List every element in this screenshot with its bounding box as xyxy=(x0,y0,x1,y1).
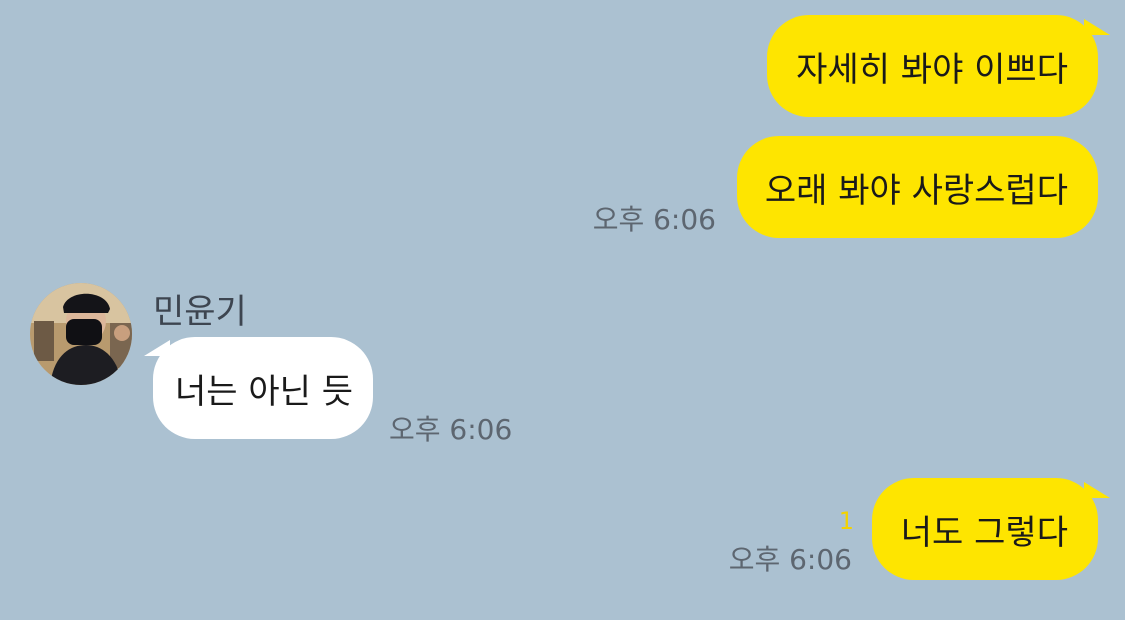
unread-count: 1 xyxy=(838,507,854,535)
bubble-tail xyxy=(1084,19,1110,35)
chat-screen: { "messages": { "m1": { "sender": "me", … xyxy=(0,0,1125,620)
message-time: 오후 6:06 xyxy=(728,543,852,576)
message-text: 너도 그렇다 xyxy=(900,512,1068,553)
message-text: 자세히 봐야 이쁘다 xyxy=(796,49,1068,90)
message-text: 너는 아닌 듯 xyxy=(175,371,354,412)
message-bubble-mine[interactable]: 너도 그렇다 xyxy=(872,478,1098,580)
profile-avatar[interactable] xyxy=(30,283,132,385)
message-bubble-other[interactable]: 너는 아닌 듯 xyxy=(153,337,373,439)
avatar-photo-icon xyxy=(30,283,132,385)
message-bubble-mine[interactable]: 자세히 봐야 이쁘다 xyxy=(767,15,1098,117)
message-time: 오후 6:06 xyxy=(389,413,513,446)
message-bubble-mine[interactable]: 오래 봐야 사랑스럽다 xyxy=(737,136,1098,238)
message-text: 오래 봐야 사랑스럽다 xyxy=(764,170,1068,211)
sender-name: 민윤기 xyxy=(153,292,247,332)
bubble-tail xyxy=(1084,482,1110,498)
message-time: 오후 6:06 xyxy=(592,203,716,236)
